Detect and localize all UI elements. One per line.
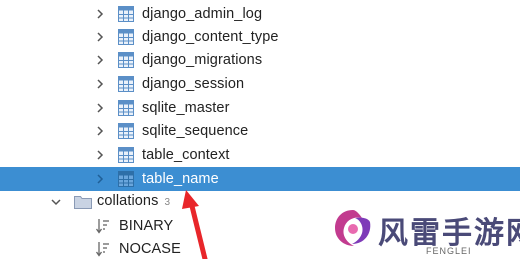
folder-icon — [74, 196, 92, 209]
collations-label-group: collations 3 — [97, 189, 170, 215]
table-icon — [118, 100, 134, 116]
chevron-right-icon[interactable] — [95, 167, 105, 191]
sort-icon — [96, 242, 109, 257]
watermark-logo-icon — [335, 210, 371, 246]
tree-item-table[interactable]: django_content_type — [0, 25, 520, 49]
table-label: table_context — [142, 147, 230, 163]
tree-item-table[interactable]: sqlite_sequence — [0, 119, 520, 143]
tree-item-table[interactable]: django_admin_log — [0, 2, 520, 26]
table-label: django_session — [142, 76, 245, 92]
table-icon — [118, 29, 134, 45]
table-icon — [118, 147, 134, 163]
table-label: django_migrations — [142, 52, 263, 68]
chevron-right-icon[interactable] — [95, 96, 105, 120]
table-icon — [118, 76, 134, 92]
tree-item-table-selected[interactable]: table_name — [0, 167, 520, 191]
table-icon — [118, 171, 134, 187]
table-label: sqlite_sequence — [142, 123, 249, 139]
watermark-subtext: FENGLEI — [426, 246, 472, 256]
collations-label: collations — [97, 193, 159, 209]
chevron-right-icon[interactable] — [95, 25, 105, 49]
table-label: table_name — [142, 171, 219, 187]
watermark: 风雷手游网 FENGLEI — [330, 202, 520, 259]
chevron-right-icon[interactable] — [95, 119, 105, 143]
collation-label: BINARY — [119, 218, 174, 234]
table-label: django_content_type — [142, 29, 279, 45]
collation-label: NOCASE — [119, 241, 181, 257]
collations-count: 3 — [164, 197, 171, 208]
chevron-right-icon[interactable] — [95, 2, 105, 26]
tree-item-table[interactable]: django_session — [0, 72, 520, 96]
table-label: django_admin_log — [142, 6, 263, 22]
table-icon — [118, 52, 134, 68]
table-label: sqlite_master — [142, 100, 230, 116]
table-icon — [118, 123, 134, 139]
table-icon — [118, 6, 134, 22]
sort-icon — [96, 219, 109, 234]
chevron-right-icon[interactable] — [95, 143, 105, 167]
chevron-down-icon[interactable] — [51, 190, 61, 214]
chevron-right-icon[interactable] — [95, 72, 105, 96]
tree-item-table[interactable]: django_migrations — [0, 48, 520, 72]
tree-item-table[interactable]: table_context — [0, 143, 520, 167]
tree-item-table[interactable]: sqlite_master — [0, 96, 520, 120]
chevron-right-icon[interactable] — [95, 48, 105, 72]
